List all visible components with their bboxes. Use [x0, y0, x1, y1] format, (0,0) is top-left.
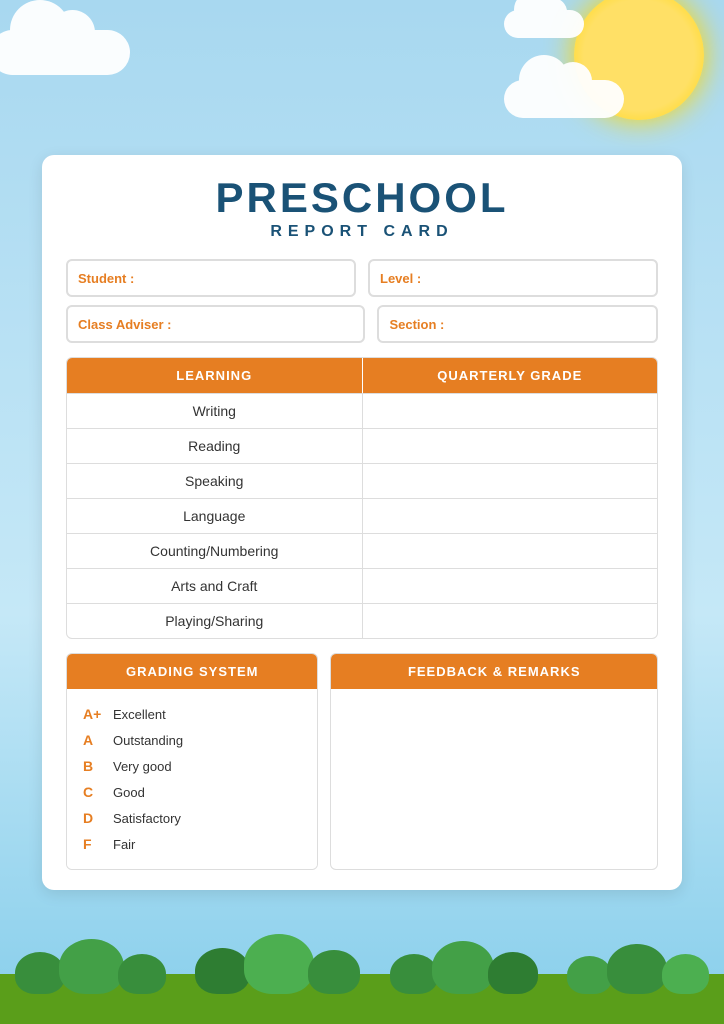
grade-description: Excellent	[113, 707, 166, 722]
section-input[interactable]	[450, 315, 646, 333]
class-adviser-input[interactable]	[177, 315, 353, 333]
subject-cell: Speaking	[67, 464, 363, 498]
feedback-body	[331, 689, 657, 834]
bush-row	[0, 934, 724, 994]
grade-cell[interactable]	[363, 604, 658, 638]
grading-system-body: A+ Excellent A Outstanding B Very good C…	[67, 689, 317, 869]
bush-1a	[15, 952, 65, 994]
section-label: Section :	[389, 317, 444, 332]
learning-row: Counting/Numbering	[67, 533, 657, 568]
student-input[interactable]	[140, 269, 344, 287]
student-field: Student :	[66, 259, 356, 297]
bush-4a	[567, 956, 612, 994]
grade-description: Fair	[113, 837, 135, 852]
grade-letter: B	[83, 758, 113, 774]
grade-cell[interactable]	[363, 429, 658, 463]
grade-input-3[interactable]	[373, 508, 648, 524]
bottom-section: GRADING SYSTEM A+ Excellent A Outstandin…	[66, 653, 658, 870]
grade-input-2[interactable]	[373, 473, 648, 489]
grade-row: A+ Excellent	[83, 701, 301, 727]
section-field: Section :	[377, 305, 658, 343]
report-card: PRESCHOOL REPORT CARD Student : Level : …	[42, 155, 682, 890]
grade-letter: F	[83, 836, 113, 852]
grade-letter: A+	[83, 706, 113, 722]
grade-cell[interactable]	[363, 569, 658, 603]
grade-letter: D	[83, 810, 113, 826]
subject-cell: Playing/Sharing	[67, 604, 363, 638]
report-card-title: REPORT CARD	[66, 223, 658, 241]
level-label: Level :	[380, 271, 421, 286]
bush-4b	[607, 944, 667, 994]
form-row-2: Class Adviser : Section :	[66, 305, 658, 343]
learning-row: Playing/Sharing	[67, 603, 657, 638]
subject-cell: Writing	[67, 394, 363, 428]
learning-row: Writing	[67, 393, 657, 428]
class-adviser-field: Class Adviser :	[66, 305, 365, 343]
student-label: Student :	[78, 271, 134, 286]
grade-cell[interactable]	[363, 534, 658, 568]
grade-row: B Very good	[83, 753, 301, 779]
subject-cell: Counting/Numbering	[67, 534, 363, 568]
grade-col-header: QUARTERLY GRADE	[363, 358, 658, 393]
bush-3a	[390, 954, 438, 994]
bush-3b	[432, 941, 494, 994]
cloud-decoration-2	[504, 80, 624, 118]
level-field: Level :	[368, 259, 658, 297]
preschool-title: PRESCHOOL	[66, 175, 658, 221]
grading-system-header: GRADING SYSTEM	[67, 654, 317, 689]
learning-table: LEARNING QUARTERLY GRADE Writing Reading…	[66, 357, 658, 639]
grade-cell[interactable]	[363, 499, 658, 533]
grade-description: Satisfactory	[113, 811, 181, 826]
cloud-decoration-1	[0, 30, 130, 75]
grade-input-4[interactable]	[373, 543, 648, 559]
grade-letter: C	[83, 784, 113, 800]
subject-cell: Arts and Craft	[67, 569, 363, 603]
card-header: PRESCHOOL REPORT CARD	[66, 175, 658, 241]
learning-table-body: Writing Reading Speaking Language Counti…	[67, 393, 657, 638]
learning-col-header: LEARNING	[67, 358, 363, 393]
grade-row: D Satisfactory	[83, 805, 301, 831]
grade-cell[interactable]	[363, 394, 658, 428]
feedback-table: FEEDBACK & REMARKS	[330, 653, 658, 870]
bush-group-4	[567, 944, 709, 994]
grade-row: A Outstanding	[83, 727, 301, 753]
grade-input-5[interactable]	[373, 578, 648, 594]
bush-2c	[308, 950, 360, 994]
feedback-textarea[interactable]	[331, 689, 657, 829]
feedback-header: FEEDBACK & REMARKS	[331, 654, 657, 689]
bush-group-3	[390, 941, 538, 994]
grade-description: Very good	[113, 759, 172, 774]
grade-input-6[interactable]	[373, 613, 648, 629]
grade-row: F Fair	[83, 831, 301, 857]
subject-cell: Language	[67, 499, 363, 533]
bush-1c	[118, 954, 166, 994]
learning-row: Arts and Craft	[67, 568, 657, 603]
form-row-1: Student : Level :	[66, 259, 658, 297]
grading-system-table: GRADING SYSTEM A+ Excellent A Outstandin…	[66, 653, 318, 870]
bush-2b	[244, 934, 314, 994]
grade-row: C Good	[83, 779, 301, 805]
grade-letter: A	[83, 732, 113, 748]
learning-row: Language	[67, 498, 657, 533]
grade-cell[interactable]	[363, 464, 658, 498]
learning-row: Speaking	[67, 463, 657, 498]
bush-4c	[662, 954, 709, 994]
grade-input-1[interactable]	[373, 438, 648, 454]
grade-input-0[interactable]	[373, 403, 648, 419]
bush-2a	[195, 948, 250, 994]
grade-description: Outstanding	[113, 733, 183, 748]
class-adviser-label: Class Adviser :	[78, 317, 171, 332]
learning-table-header: LEARNING QUARTERLY GRADE	[67, 358, 657, 393]
cloud-decoration-3	[504, 10, 584, 38]
bush-group-1	[15, 939, 166, 994]
learning-row: Reading	[67, 428, 657, 463]
bush-3c	[488, 952, 538, 994]
grade-description: Good	[113, 785, 145, 800]
bush-group-2	[195, 934, 360, 994]
bush-1b	[59, 939, 124, 994]
subject-cell: Reading	[67, 429, 363, 463]
level-input[interactable]	[427, 269, 646, 287]
